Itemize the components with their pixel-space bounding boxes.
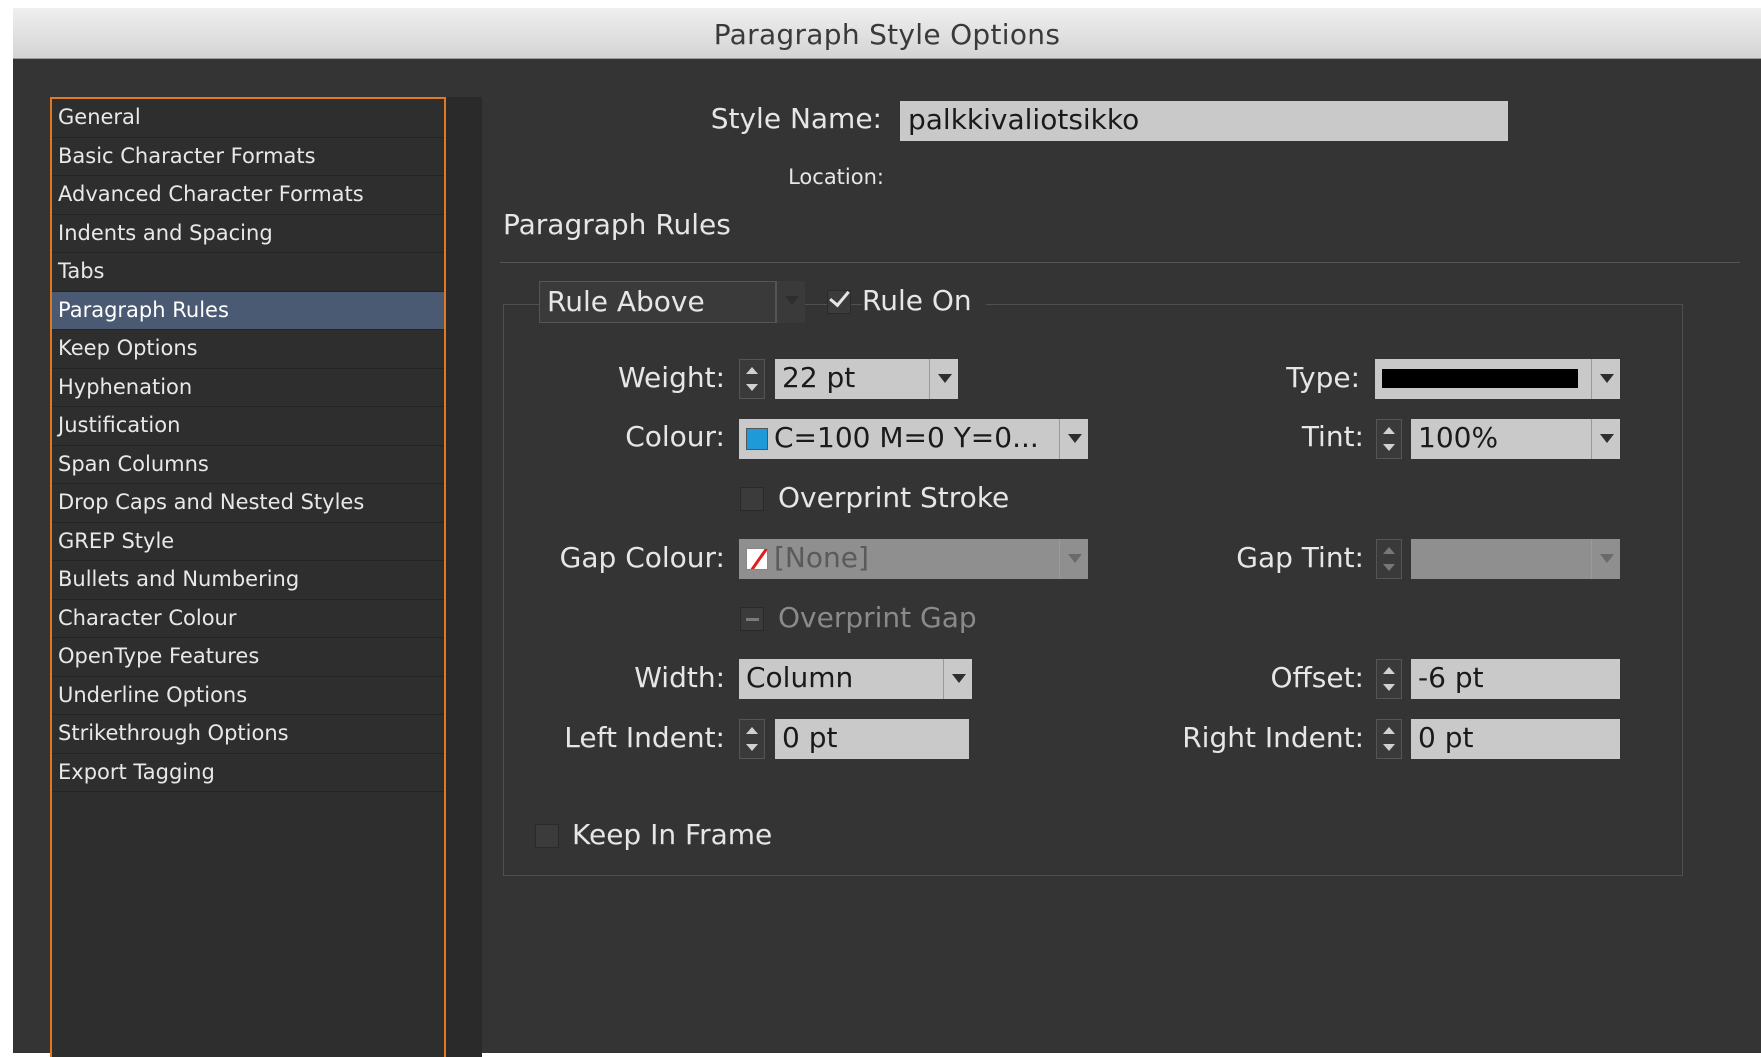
section-title: Paragraph Rules <box>503 208 731 241</box>
colour-label: Colour: <box>625 420 725 453</box>
right-indent-label: Right Indent: <box>1182 721 1364 754</box>
sidebar-item[interactable]: Hyphenation <box>52 369 444 407</box>
keep-in-frame-checkbox[interactable] <box>535 824 559 848</box>
style-name-label: Style Name: <box>710 102 882 135</box>
sidebar-item[interactable]: Span Columns <box>52 446 444 484</box>
gap-tint-stepper[interactable] <box>1376 539 1402 579</box>
width-select[interactable]: Column <box>739 659 943 699</box>
style-name-input[interactable]: palkkivaliotsikko <box>900 101 1508 141</box>
gap-colour-select[interactable]: [None] <box>739 539 1059 579</box>
chevron-down-icon[interactable] <box>776 281 805 323</box>
offset-input[interactable]: -6 pt <box>1411 659 1620 699</box>
overprint-stroke-checkbox[interactable] <box>740 487 764 511</box>
sidebar-item[interactable]: Keep Options <box>52 330 444 369</box>
right-indent-stepper[interactable] <box>1376 719 1402 759</box>
sidebar-item[interactable]: Justification <box>52 407 444 446</box>
chevron-down-icon[interactable] <box>929 359 958 399</box>
sidebar-item[interactable]: Tabs <box>52 253 444 292</box>
offset-label: Offset: <box>1270 661 1364 694</box>
category-list: General Basic Character Formats Advanced C… <box>50 97 446 1057</box>
chevron-down-icon[interactable] <box>943 659 972 699</box>
sidebar-item[interactable]: Advanced Character Formats <box>52 176 444 215</box>
width-label: Width: <box>634 661 725 694</box>
gap-colour-label: Gap Colour: <box>559 541 725 574</box>
sidebar-item[interactable]: GREP Style <box>52 523 444 561</box>
sidebar-item[interactable]: Underline Options <box>52 677 444 715</box>
sidebar-item[interactable]: General <box>52 99 444 138</box>
rule-type-select[interactable]: Rule Above <box>539 281 776 323</box>
sidebar-item[interactable]: Character Colour <box>52 600 444 638</box>
cyan-swatch-icon <box>746 428 768 450</box>
gap-tint-input[interactable] <box>1411 539 1591 579</box>
right-indent-input[interactable]: 0 pt <box>1411 719 1620 759</box>
gap-tint-label: Gap Tint: <box>1236 541 1364 574</box>
sidebar-item[interactable]: Drop Caps and Nested Styles <box>52 484 444 523</box>
weight-label: Weight: <box>618 361 725 394</box>
sidebar-item[interactable]: Export Tagging <box>52 754 444 792</box>
sidebar-item[interactable]: Indents and Spacing <box>52 215 444 253</box>
sidebar-item[interactable]: Basic Character Formats <box>52 138 444 176</box>
chevron-down-icon[interactable] <box>1591 359 1620 399</box>
none-swatch-icon <box>746 548 768 570</box>
tint-stepper[interactable] <box>1376 419 1402 459</box>
overprint-stroke-label: Overprint Stroke <box>778 481 1010 514</box>
weight-stepper[interactable] <box>739 359 765 399</box>
offset-stepper[interactable] <box>1376 659 1402 699</box>
overprint-gap-label: Overprint Gap <box>778 601 977 634</box>
type-label: Type: <box>1286 361 1360 394</box>
chevron-down-icon[interactable] <box>1591 539 1620 579</box>
keep-in-frame-label: Keep In Frame <box>572 818 773 851</box>
colour-value: C=100 M=0 Y=0... <box>774 421 1039 454</box>
left-indent-input[interactable]: 0 pt <box>775 719 969 759</box>
gap-colour-value: [None] <box>774 541 869 574</box>
sidebar-item[interactable]: Paragraph Rules <box>52 291 444 330</box>
rule-on-checkbox[interactable] <box>827 290 851 314</box>
dialog-title: Paragraph Style Options <box>713 18 1061 51</box>
chevron-down-icon[interactable] <box>1591 419 1620 459</box>
tint-input[interactable]: 100% <box>1411 419 1591 459</box>
left-indent-label: Left Indent: <box>564 721 725 754</box>
weight-input[interactable]: 22 pt <box>775 359 929 399</box>
left-indent-stepper[interactable] <box>739 719 765 759</box>
section-divider <box>500 262 1740 263</box>
sidebar-item[interactable]: Bullets and Numbering <box>52 561 444 600</box>
category-list-scrollbar[interactable] <box>446 97 482 1057</box>
chevron-down-icon[interactable] <box>1059 419 1088 459</box>
chevron-down-icon[interactable] <box>1059 539 1088 579</box>
sidebar-item[interactable]: Strikethrough Options <box>52 715 444 754</box>
rule-on-label: Rule On <box>862 284 986 317</box>
tint-label: Tint: <box>1301 420 1364 453</box>
title-bar: Paragraph Style Options <box>13 8 1761 59</box>
location-label: Location: <box>788 165 884 189</box>
solid-line-preview <box>1382 369 1578 388</box>
overprint-gap-checkbox[interactable] <box>740 607 764 631</box>
line-type-select[interactable] <box>1375 359 1591 399</box>
colour-select[interactable]: C=100 M=0 Y=0... <box>739 419 1059 459</box>
sidebar-item[interactable]: OpenType Features <box>52 638 444 677</box>
